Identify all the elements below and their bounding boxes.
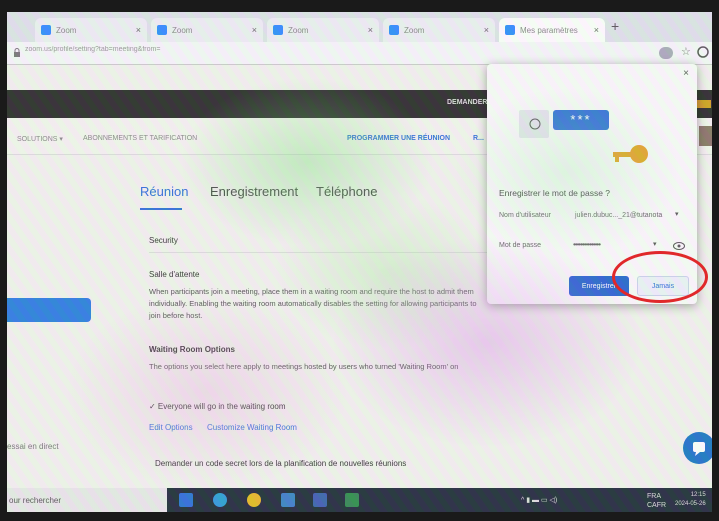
keyboard-layout-label: CAFR [647, 502, 667, 509]
star-icon[interactable]: ☆ [681, 45, 691, 58]
browser-tab[interactable]: Zoom × [267, 18, 379, 42]
address-bar: zoom.us/profile/setting?tab=meeting&from… [7, 42, 712, 65]
chevron-down-icon[interactable]: ▾ [653, 240, 657, 248]
customize-waiting-room-link[interactable]: Customize Waiting Room [207, 423, 297, 432]
search-placeholder: our rechercher [9, 496, 62, 505]
chat-button[interactable] [683, 432, 712, 464]
zoom-icon [41, 25, 51, 35]
new-tab-button[interactable]: + [611, 18, 619, 34]
lock-icon[interactable] [13, 48, 21, 58]
options-description: The options you select here apply to mee… [149, 362, 459, 371]
key-illustration-icon [613, 145, 648, 163]
setting-title: Salle d'attente [149, 270, 200, 279]
eye-icon[interactable] [673, 242, 685, 250]
browser-tab[interactable]: Zoom × [151, 18, 263, 42]
tab-label: Zoom [404, 25, 425, 35]
nav-join[interactable]: R... [473, 135, 484, 142]
tab-label: Zoom [172, 25, 193, 35]
profile-icon[interactable] [697, 46, 709, 59]
tab-label: Zoom [288, 25, 309, 35]
username-label: Nom d'utilisateur [499, 212, 551, 219]
browser-tab-bar: Zoom × Zoom × Zoom × Zoom × Mes paramètr… [7, 12, 712, 42]
zoom-icon [157, 25, 167, 35]
edit-options-link[interactable]: Edit Options [149, 423, 193, 432]
avatar[interactable] [699, 126, 712, 146]
tab-telephone[interactable]: Téléphone [316, 184, 377, 199]
nav-schedule-meeting[interactable]: PROGRAMMER UNE RÉUNION [347, 135, 450, 142]
section-heading: Security [149, 236, 178, 245]
zoom-icon [389, 25, 399, 35]
close-icon[interactable]: × [484, 25, 489, 35]
browser-tab-active[interactable]: Mes paramètres × [499, 18, 605, 42]
option-item: ✓ Everyone will go in the waiting room [149, 402, 286, 411]
password-field[interactable]: ••••••••••••••• [573, 240, 601, 249]
close-icon[interactable]: × [683, 68, 689, 79]
dialog-title: Enregistrer le mot de passe ? [499, 188, 611, 198]
tab-label: Mes paramètres [520, 25, 578, 35]
close-icon[interactable]: × [594, 25, 599, 35]
close-icon[interactable]: × [136, 25, 141, 35]
task-view-icon[interactable] [179, 493, 193, 507]
taskbar-search[interactable]: our rechercher [7, 488, 167, 512]
browser-tab[interactable]: Zoom × [35, 18, 147, 42]
language-label: FRA [647, 493, 661, 500]
language-indicator[interactable]: FRA CAFR [647, 492, 666, 510]
options-title: Waiting Room Options [149, 345, 235, 354]
logo-icon [697, 100, 711, 108]
live-trial-link[interactable]: essai en direct [7, 442, 59, 451]
passcode-setting-title: Demander un code secret lors de la plani… [155, 459, 407, 468]
system-tray[interactable]: ^ ▮ ▬ ▭ ◁) [521, 496, 557, 504]
illustration-icon [519, 110, 549, 138]
divider [149, 252, 489, 253]
clock-date: 2024-05-26 [675, 501, 706, 507]
username-field[interactable]: julien.dubuc..._21@tutanota [575, 212, 675, 219]
zoom-taskbar-icon[interactable] [281, 493, 295, 507]
tab-label: Zoom [56, 25, 77, 35]
annotation-circle [612, 251, 708, 303]
close-icon[interactable]: × [252, 25, 257, 35]
nav-solutions[interactable]: SOLUTIONS ▾ [17, 135, 63, 143]
zoom-icon [505, 25, 515, 35]
key-icon[interactable] [659, 47, 673, 59]
taskbar-clock[interactable]: 12:15 2024-05-26 [675, 491, 706, 509]
zoom-icon [273, 25, 283, 35]
chevron-down-icon[interactable]: ▾ [675, 210, 679, 218]
password-label: Mot de passe [499, 242, 542, 249]
browser-tab[interactable]: Zoom × [383, 18, 495, 42]
windows-taskbar: our rechercher ^ ▮ ▬ ▭ ◁) FRA CAFR 12:15… [7, 488, 712, 512]
excel-icon[interactable] [345, 493, 359, 507]
url-field[interactable]: zoom.us/profile/setting?tab=meeting&from… [25, 46, 465, 60]
nav-demander[interactable]: DEMANDER [447, 99, 487, 106]
clock-time: 12:15 [690, 492, 706, 498]
setting-description: When participants join a meeting, place … [149, 287, 477, 320]
active-tab-indicator [140, 208, 182, 210]
chrome-icon[interactable] [247, 493, 261, 507]
password-card-illustration: *** [553, 110, 609, 130]
tab-meeting[interactable]: Réunion [140, 184, 188, 199]
chat-icon [693, 442, 705, 456]
edge-icon[interactable] [213, 493, 227, 507]
photographed-screen: Zoom × Zoom × Zoom × Zoom × Mes paramètr… [7, 12, 712, 512]
sidebar-active-item[interactable] [7, 298, 91, 322]
nav-plans[interactable]: ABONNEMENTS ET TARIFICATION [83, 135, 197, 142]
close-icon[interactable]: × [368, 25, 373, 35]
word-icon[interactable] [313, 493, 327, 507]
tab-recording[interactable]: Enregistrement [210, 184, 298, 199]
